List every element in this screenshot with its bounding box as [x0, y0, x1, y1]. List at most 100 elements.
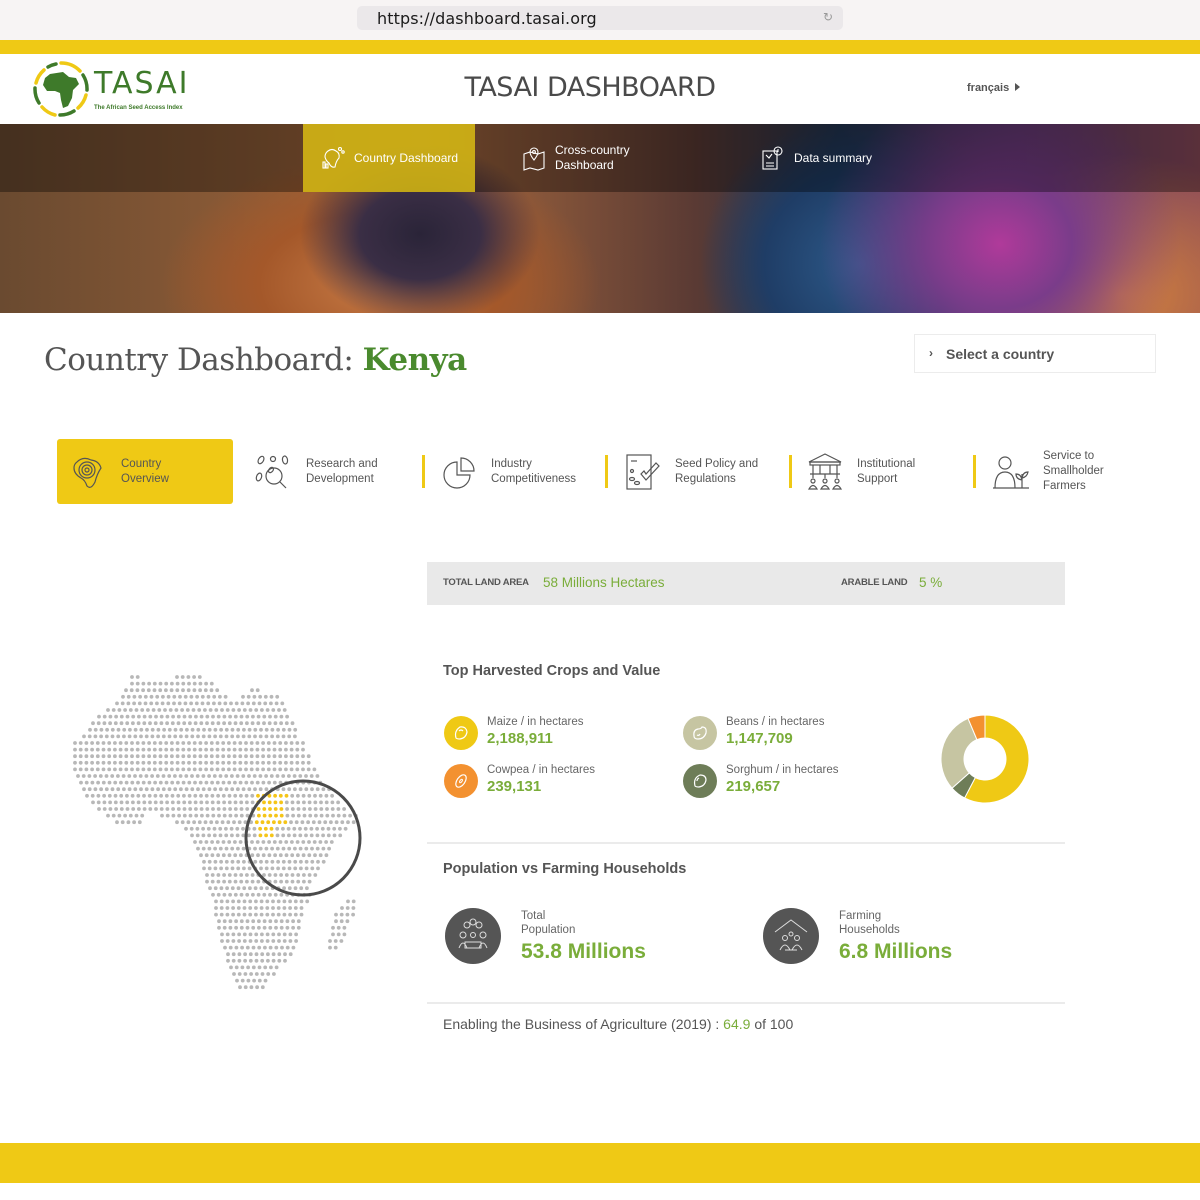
map-dot — [239, 879, 244, 884]
map-dot — [351, 899, 356, 904]
map-dot — [135, 741, 140, 745]
map-dot — [307, 853, 312, 858]
map-dot — [245, 807, 250, 811]
map-dot — [215, 688, 220, 693]
map-dot — [250, 780, 254, 785]
tab-service-smallholder[interactable]: Service to Smallholder Farmers — [991, 439, 1141, 504]
map-dot — [236, 912, 241, 917]
map-dot — [316, 866, 320, 871]
map-dot — [230, 846, 235, 851]
map-dot — [125, 807, 130, 811]
map-dot — [233, 721, 238, 726]
map-dot — [239, 793, 243, 798]
map-dot — [271, 952, 276, 957]
map-dot — [194, 807, 198, 811]
map-dot — [307, 879, 312, 884]
map-dot — [137, 807, 141, 811]
map-dot — [342, 925, 347, 930]
tab-label-line2: Competitiveness — [491, 472, 577, 485]
map-dot — [262, 925, 267, 930]
map-dot — [84, 747, 89, 752]
arable-land-label: ARABLE LAND — [841, 577, 908, 588]
map-dot — [140, 708, 145, 712]
tab-label-line2: Overview — [121, 472, 169, 485]
map-dot — [305, 886, 309, 891]
map-dot — [242, 912, 247, 917]
map-dot — [233, 853, 238, 858]
page-title-prefix: Country Dashboard: — [44, 342, 354, 378]
map-dot — [294, 820, 299, 825]
tab-seed-policy[interactable]: Seed Policy and Regulations — [623, 439, 788, 504]
map-dot — [248, 708, 253, 712]
map-dot — [236, 787, 240, 792]
map-dot — [125, 714, 130, 719]
map-dot — [209, 741, 214, 745]
map-dot — [340, 906, 344, 910]
map-dot — [264, 787, 269, 792]
map-dot — [253, 886, 258, 891]
reload-icon[interactable]: ↻ — [823, 11, 835, 23]
map-dot — [284, 741, 288, 745]
map-dot — [193, 721, 198, 726]
tab-country-overview[interactable]: Country Overview — [57, 439, 233, 504]
map-dot-highlight — [263, 826, 268, 831]
tab-industry-competitiveness[interactable]: Industry Competitiveness — [439, 439, 599, 504]
map-dot — [265, 906, 270, 910]
map-dot — [107, 793, 112, 798]
map-dot — [181, 767, 186, 772]
map-dot — [73, 760, 77, 765]
map-dot — [113, 793, 118, 798]
map-dot — [232, 754, 237, 759]
map-dot — [309, 774, 314, 778]
map-dot-highlight — [258, 826, 262, 831]
eba-score-line: Enabling the Business of Agriculture (20… — [443, 1016, 793, 1032]
map-dot — [175, 754, 180, 759]
map-dot — [198, 760, 203, 765]
top-accent-stripe — [0, 40, 1200, 54]
nav-data-summary[interactable]: Data summary — [760, 124, 890, 192]
map-dot — [212, 774, 217, 778]
map-dot — [238, 767, 243, 772]
tab-institutional-support[interactable]: Institutional Support — [805, 439, 955, 504]
map-dot — [221, 793, 226, 798]
tab-research-development[interactable]: Research and Development — [254, 439, 404, 504]
nav-cross-country-dashboard[interactable]: Cross-country Dashboard — [521, 124, 681, 192]
map-dot — [301, 853, 306, 858]
country-select-dropdown[interactable]: › Select a country — [914, 334, 1156, 373]
map-dot — [73, 741, 77, 745]
map-dot — [299, 859, 303, 864]
map-dot — [348, 813, 352, 818]
map-dot — [209, 688, 214, 693]
map-dot — [321, 833, 325, 838]
nav-country-dashboard[interactable]: Country Dashboard — [303, 124, 475, 192]
map-dot — [78, 760, 83, 765]
map-dot — [301, 767, 305, 772]
map-dot — [160, 813, 164, 818]
map-dot — [173, 774, 177, 778]
map-dot — [272, 741, 277, 745]
language-label[interactable]: français — [967, 82, 1009, 94]
map-dot — [295, 840, 300, 844]
map-dot — [281, 727, 286, 732]
url-text[interactable]: https://dashboard.tasai.org — [377, 9, 597, 28]
map-dot — [191, 708, 196, 712]
map-dot — [260, 708, 264, 712]
map-dot — [243, 952, 248, 957]
map-dot — [258, 694, 262, 699]
map-dot — [107, 747, 112, 752]
map-dot — [158, 760, 163, 765]
map-dot — [275, 826, 280, 831]
language-switch-link[interactable]: français — [967, 82, 1021, 94]
map-dot — [201, 774, 206, 778]
map-dot — [188, 800, 192, 805]
address-bar[interactable]: https://dashboard.tasai.org ↻ — [357, 6, 843, 30]
map-dot — [307, 840, 311, 844]
total-population-stat: Total Population 53.8 Millions — [445, 908, 705, 968]
map-dot — [255, 760, 260, 765]
map-dot — [152, 741, 157, 745]
country-select-label[interactable]: Select a country — [946, 346, 1054, 362]
map-dot — [287, 866, 292, 871]
map-dot — [150, 734, 155, 739]
map-dot — [331, 932, 335, 937]
map-dot — [156, 787, 160, 792]
